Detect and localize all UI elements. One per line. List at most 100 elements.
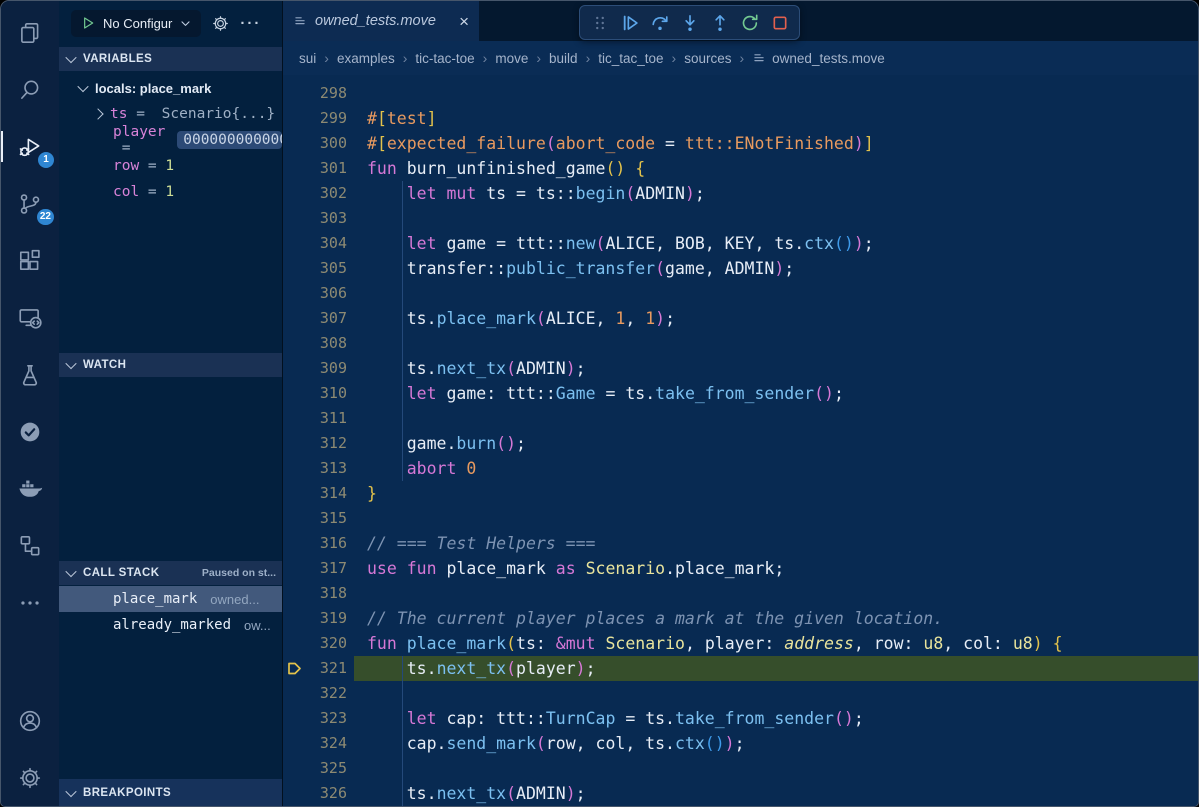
close-tab-icon[interactable]: ×	[459, 13, 469, 30]
code-area[interactable]: 298299 #[test] 300 #[expected_failure(abort…	[283, 75, 1198, 806]
line-number[interactable]: 318	[283, 581, 347, 606]
line-number[interactable]: 302	[283, 181, 347, 206]
line-number[interactable]: 301	[283, 156, 347, 181]
call-stack-section-header[interactable]: CALL STACK Paused on st...	[59, 561, 282, 585]
activity-additional-views[interactable]	[1, 574, 59, 631]
line-content[interactable]: // The current player places a mark at t…	[354, 606, 1198, 631]
activity-docker[interactable]	[1, 460, 59, 517]
line-content[interactable]	[354, 506, 1198, 531]
line-content[interactable]: game.burn();	[354, 431, 1198, 456]
start-debugging-icon[interactable]	[80, 15, 96, 31]
line-content[interactable]	[354, 206, 1198, 231]
line-content[interactable]: transfer::public_transfer(game, ADMIN);	[354, 256, 1198, 281]
line-number[interactable]: 298	[283, 81, 347, 106]
line-content[interactable]: ts.next_tx(ADMIN);	[354, 781, 1198, 806]
breadcrumb-sources[interactable]: sources	[684, 51, 731, 66]
line-content[interactable]: let game = ttt::new(ALICE, BOB, KEY, ts.…	[354, 231, 1198, 256]
breadcrumb-file[interactable]: owned_tests.move	[752, 51, 885, 66]
line-number[interactable]: 315	[283, 506, 347, 531]
breadcrumb-build[interactable]: build	[549, 51, 578, 66]
line-content[interactable]	[354, 331, 1198, 356]
step-into-button[interactable]	[675, 8, 704, 37]
breadcrumb-move[interactable]: move	[495, 51, 528, 66]
activity-extensions[interactable]	[1, 232, 59, 289]
breadcrumb-tic_tac_toe[interactable]: tic_tac_toe	[598, 51, 663, 66]
activity-remote-explorer[interactable]	[1, 289, 59, 346]
line-number[interactable]: 310	[283, 381, 347, 406]
line-content[interactable]: }	[354, 481, 1198, 506]
line-number[interactable]: 325	[283, 756, 347, 781]
continue-button[interactable]	[615, 8, 644, 37]
line-content[interactable]: // === Test Helpers ===	[354, 531, 1198, 556]
line-number[interactable]: 320	[283, 631, 347, 656]
line-number[interactable]: 313	[283, 456, 347, 481]
line-number[interactable]: 326	[283, 781, 347, 806]
line-number[interactable]: 314	[283, 481, 347, 506]
line-content[interactable]: let mut ts = ts::begin(ADMIN);	[354, 181, 1198, 206]
line-number[interactable]: 309	[283, 356, 347, 381]
line-number[interactable]: 321	[283, 656, 347, 681]
line-content[interactable]: ts.place_mark(ALICE, 1, 1);	[354, 306, 1198, 331]
line-number[interactable]: 300	[283, 131, 347, 156]
watch-section-header[interactable]: WATCH	[59, 353, 282, 377]
line-content[interactable]: fun burn_unfinished_game() {	[354, 156, 1198, 181]
line-content[interactable]	[354, 406, 1198, 431]
stack-frame-place_mark[interactable]: place_markowned...	[59, 586, 282, 612]
restart-button[interactable]	[735, 8, 764, 37]
activity-run-and-debug[interactable]: 1	[1, 118, 59, 175]
variables-section-header[interactable]: VARIABLES	[59, 47, 282, 71]
line-number[interactable]: 317	[283, 556, 347, 581]
line-number[interactable]: 306	[283, 281, 347, 306]
more-actions-icon[interactable]: ···	[240, 15, 261, 32]
line-number[interactable]: 324	[283, 731, 347, 756]
line-content[interactable]	[354, 581, 1198, 606]
line-content[interactable]	[354, 756, 1198, 781]
line-number[interactable]: 323	[283, 706, 347, 731]
line-number[interactable]: 305	[283, 256, 347, 281]
gear-icon[interactable]	[211, 14, 230, 33]
variable-row-col[interactable]: col = 1	[59, 179, 282, 205]
line-content[interactable]: use fun place_mark as Scenario.place_mar…	[354, 556, 1198, 581]
breadcrumb-examples[interactable]: examples	[337, 51, 395, 66]
line-number[interactable]: 316	[283, 531, 347, 556]
line-content[interactable]: #[test]	[354, 106, 1198, 131]
tab-owned-tests-move[interactable]: owned_tests.move ×	[283, 1, 479, 41]
activity-checks[interactable]	[1, 403, 59, 460]
line-content[interactable]: cap.send_mark(row, col, ts.ctx());	[354, 731, 1198, 756]
stack-frame-already_marked[interactable]: already_markedow...	[59, 612, 282, 638]
activity-accounts[interactable]	[1, 692, 59, 749]
line-content[interactable]: ts.next_tx(ADMIN);	[354, 356, 1198, 381]
step-over-button[interactable]	[645, 8, 674, 37]
variable-row-player[interactable]: player = 000000000000…	[59, 127, 282, 153]
line-number[interactable]: 319	[283, 606, 347, 631]
line-number[interactable]: 308	[283, 331, 347, 356]
activity-explorer[interactable]	[1, 4, 59, 61]
line-content[interactable]: #[expected_failure(abort_code = ttt::ENo…	[354, 131, 1198, 156]
line-content[interactable]: let cap: ttt::TurnCap = ts.take_from_sen…	[354, 706, 1198, 731]
line-content[interactable]: abort 0	[354, 456, 1198, 481]
activity-manage[interactable]	[1, 749, 59, 806]
activity-search[interactable]	[1, 61, 59, 118]
line-number[interactable]: 304	[283, 231, 347, 256]
toolbar-grip[interactable]	[585, 8, 614, 37]
line-content[interactable]	[354, 81, 1198, 106]
activity-testing[interactable]	[1, 346, 59, 403]
line-content[interactable]	[354, 681, 1198, 706]
line-number[interactable]: 299	[283, 106, 347, 131]
variable-row-row[interactable]: row = 1	[59, 153, 282, 179]
stop-button[interactable]	[765, 8, 794, 37]
activity-source-control[interactable]: 22	[1, 175, 59, 232]
line-content[interactable]: fun place_mark(ts: &mut Scenario, player…	[354, 631, 1198, 656]
line-number[interactable]: 307	[283, 306, 347, 331]
breadcrumb-tic-tac-toe[interactable]: tic-tac-toe	[415, 51, 474, 66]
line-number[interactable]: 303	[283, 206, 347, 231]
line-number[interactable]: 312	[283, 431, 347, 456]
step-out-button[interactable]	[705, 8, 734, 37]
line-number[interactable]: 322	[283, 681, 347, 706]
line-content[interactable]	[354, 281, 1198, 306]
variables-scope-row[interactable]: locals: place_mark	[59, 75, 282, 101]
line-number[interactable]: 311	[283, 406, 347, 431]
debug-config-dropdown[interactable]: No Configur	[71, 10, 201, 37]
line-content[interactable]: ts.next_tx(player);	[354, 656, 1198, 681]
breakpoints-section-header[interactable]: BREAKPOINTS	[59, 779, 282, 806]
